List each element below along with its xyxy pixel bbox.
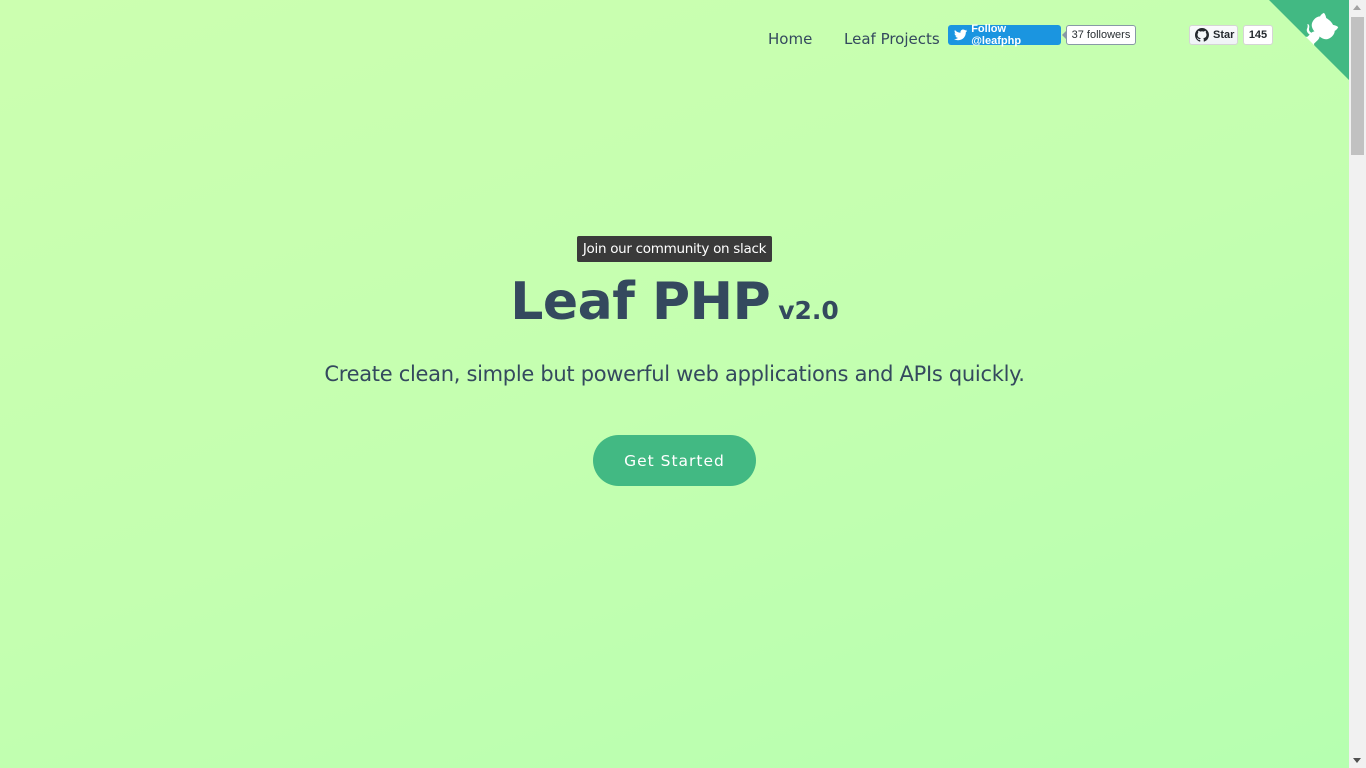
- hero-tagline: Create clean, simple but powerful web ap…: [324, 362, 1025, 386]
- github-star-label: Star: [1213, 29, 1235, 41]
- github-star-button[interactable]: Star: [1189, 25, 1238, 45]
- scroll-down-arrow-icon[interactable]: [1353, 758, 1361, 763]
- hero-title: Leaf PHP v2.0: [0, 272, 1349, 332]
- page: Home Leaf Projects Follow @leafphp 37 fo…: [0, 0, 1349, 768]
- github-mark-icon: [1195, 28, 1209, 42]
- hero-title-name: Leaf PHP: [510, 272, 771, 332]
- twitter-follow-label: Follow @leafphp: [971, 23, 1022, 47]
- github-corner-octocat-icon[interactable]: [1269, 0, 1349, 80]
- scrollbar-thumb[interactable]: [1351, 17, 1364, 155]
- twitter-bird-icon: [954, 29, 968, 41]
- twitter-follow-button[interactable]: Follow @leafphp: [948, 23, 1061, 47]
- nav-leaf-projects-link[interactable]: Leaf Projects: [844, 30, 940, 48]
- twitter-followers-count[interactable]: 37 followers: [1062, 25, 1136, 45]
- slack-community-badge[interactable]: Join our community on slack: [577, 236, 772, 262]
- get-started-button[interactable]: Get Started: [593, 435, 756, 486]
- nav-home-link[interactable]: Home: [768, 30, 812, 48]
- hero-version: v2.0: [778, 296, 839, 325]
- vertical-scrollbar[interactable]: [1349, 0, 1366, 768]
- scroll-up-arrow-icon[interactable]: [1353, 5, 1361, 10]
